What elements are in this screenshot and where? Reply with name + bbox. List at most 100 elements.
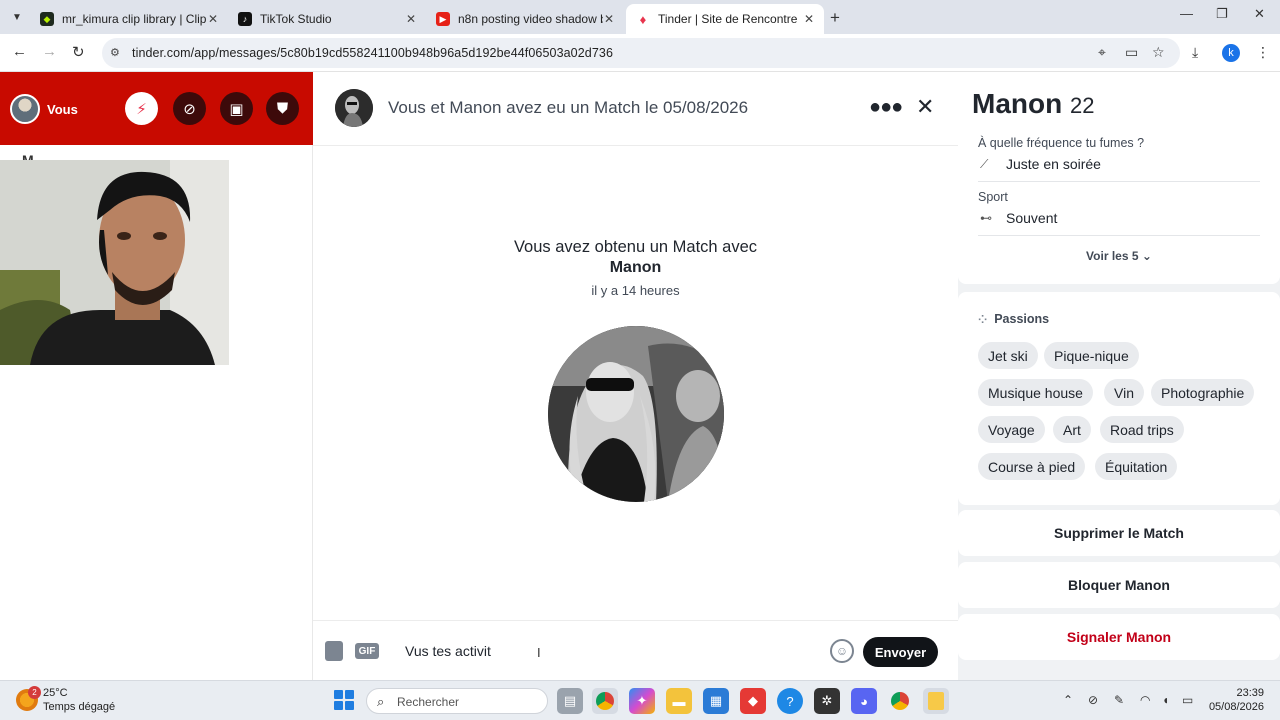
taskbar-search[interactable]: ⌕ Rechercher: [366, 688, 548, 714]
gif-button[interactable]: GIF: [355, 643, 379, 659]
tab-search-chevron-icon[interactable]: ▼: [6, 6, 28, 28]
dumbbell-icon: ⊷: [980, 211, 992, 225]
copilot-icon[interactable]: ✦: [629, 688, 655, 714]
browser-menu-icon[interactable]: ⋮: [1256, 44, 1270, 61]
tab-cliplabz[interactable]: ◆ mr_kimura clip library | ClipLabz ✕: [30, 4, 228, 34]
help-icon[interactable]: ?: [777, 688, 803, 714]
safety-shield-icon[interactable]: ⛊: [266, 92, 299, 125]
explore-compass-icon[interactable]: ⊘: [173, 92, 206, 125]
url-text[interactable]: tinder.com/app/messages/5c80b19cd5582411…: [132, 46, 613, 60]
wifi-icon[interactable]: ◠: [1140, 693, 1150, 707]
forward-arrow-icon[interactable]: →: [42, 43, 57, 60]
sport-answer: Souvent: [1006, 210, 1058, 226]
tinder-flame-icon: ♦: [639, 11, 647, 27]
show-more-label: Voir les 5: [1086, 249, 1139, 263]
close-window-icon[interactable]: ✕: [1254, 6, 1265, 22]
restore-icon[interactable]: ❐: [1216, 6, 1228, 22]
tab-title: mr_kimura clip library | ClipLabz: [62, 12, 207, 26]
tray-chevron-up-icon[interactable]: ⌃: [1063, 693, 1073, 707]
message-input[interactable]: [395, 639, 795, 663]
clock-date[interactable]: 05/08/2026: [1200, 701, 1264, 713]
tab-tiktok-studio[interactable]: ♪ TikTok Studio ✕: [228, 4, 426, 34]
profile-age: 22: [1070, 93, 1095, 118]
chat-header: Vous et Manon avez eu un Match le 05/08/…: [313, 72, 958, 146]
match-photo[interactable]: [548, 326, 724, 502]
temperature[interactable]: 25°C: [43, 687, 68, 699]
site-settings-icon[interactable]: ⚙: [110, 46, 120, 59]
address-bar[interactable]: ⚙ tinder.com/app/messages/5c80b19cd55824…: [102, 38, 1180, 68]
chevron-down-icon: ⌄: [1141, 249, 1152, 263]
passions-title: Passions: [994, 312, 1050, 326]
match-announcement: Vous avez obtenu un Match avec: [513, 238, 758, 256]
download-icon[interactable]: ⤓: [1192, 44, 1198, 61]
battery-icon[interactable]: ▭: [1182, 693, 1193, 707]
notes-app-icon[interactable]: [923, 688, 949, 714]
match-time: il y a 14 heures: [591, 283, 680, 298]
webcam-overlay: [0, 160, 229, 365]
more-options-icon[interactable]: ●●●: [869, 96, 903, 119]
share-contact-icon[interactable]: [325, 641, 343, 661]
delete-match-button[interactable]: Supprimer le Match: [958, 510, 1280, 556]
matches-sidebar: Vous ⚡ ⊘ ▣ ⛊ M...: [0, 72, 313, 680]
bookmark-star-icon[interactable]: ☆: [1152, 44, 1165, 61]
chrome-profile-icon[interactable]: [887, 688, 913, 714]
back-arrow-icon[interactable]: ←: [12, 43, 27, 60]
red-diamond-app-icon[interactable]: ◆: [740, 688, 766, 714]
new-tab-plus-icon[interactable]: +: [830, 8, 840, 28]
close-tab-icon[interactable]: ✕: [406, 12, 416, 26]
tray-app-icon[interactable]: ⊘: [1088, 693, 1098, 707]
minimize-icon[interactable]: —: [1180, 6, 1193, 21]
chrome-icon[interactable]: [592, 688, 618, 714]
tab-tinder[interactable]: ♦ Tinder | Site de Rencontre ✕: [626, 4, 824, 34]
passion-chip: Équitation: [1095, 453, 1178, 480]
microsoft-store-icon[interactable]: ▦: [703, 688, 729, 714]
sport-question: Sport: [978, 190, 1008, 204]
passions-card: ⁘ Passions Jet ski Pique-nique Musique h…: [958, 292, 1280, 505]
my-avatar[interactable]: [10, 94, 40, 124]
close-chat-icon[interactable]: ✕: [916, 94, 934, 120]
close-tab-icon[interactable]: ✕: [804, 12, 814, 26]
pen-tray-icon[interactable]: ✎: [1114, 693, 1124, 707]
reload-icon[interactable]: ↻: [72, 43, 85, 61]
search-icon: ⌕: [377, 694, 385, 709]
send-button[interactable]: Envoyer: [863, 637, 938, 667]
smoking-answer-row: ⟋ Juste en soirée: [980, 156, 1101, 172]
match-avatar[interactable]: [335, 89, 373, 127]
openai-icon[interactable]: ✲: [814, 688, 840, 714]
file-explorer-icon[interactable]: ▬: [666, 688, 692, 714]
passion-chip: Course à pied: [978, 453, 1086, 480]
smoking-answer: Juste en soirée: [1006, 156, 1101, 172]
block-button[interactable]: Bloquer Manon: [958, 562, 1280, 608]
close-tab-icon[interactable]: ✕: [208, 12, 218, 26]
webcam-person-image: [0, 160, 229, 365]
show-more-button[interactable]: Voir les 5 ⌄: [958, 249, 1280, 263]
passion-chip: Jet ski: [978, 342, 1038, 369]
tab-title: TikTok Studio: [260, 12, 332, 26]
lightning-boost-icon[interactable]: ⚡: [125, 92, 158, 125]
tab-youtube-n8n[interactable]: ▶ n8n posting video shadow ban ✕: [426, 4, 624, 34]
windows-taskbar: 2 25°C Temps dégagé ⌕ Rechercher ▤ ✦ ▬ ▦…: [0, 680, 1280, 720]
install-app-icon[interactable]: ▭: [1125, 44, 1138, 61]
smoking-question: À quelle fréquence tu fumes ?: [978, 136, 1145, 150]
discord-icon[interactable]: ◕: [851, 688, 877, 714]
sidebar-header: Vous ⚡ ⊘ ▣ ⛊: [0, 72, 313, 145]
tab-title: Tinder | Site de Rencontre: [658, 12, 798, 26]
text-cursor-icon: I: [537, 645, 541, 660]
location-pin-icon[interactable]: ⌖: [1098, 44, 1106, 61]
weather-condition[interactable]: Temps dégagé: [43, 701, 115, 713]
windows-start-icon[interactable]: [334, 690, 354, 710]
passion-chip: Photographie: [1151, 379, 1255, 406]
briefcase-icon[interactable]: ▣: [220, 92, 253, 125]
cigarette-icon: ⟋: [980, 156, 989, 171]
volume-icon[interactable]: ◖: [1162, 693, 1169, 707]
profile-avatar[interactable]: k: [1222, 44, 1240, 62]
passion-chip: Pique-nique: [1044, 342, 1139, 369]
task-view-icon[interactable]: ▤: [557, 688, 583, 714]
match-name: Manon: [609, 259, 662, 276]
emoji-icon[interactable]: ☺: [830, 639, 854, 663]
my-profile-label[interactable]: Vous: [47, 102, 78, 117]
report-button[interactable]: Signaler Manon: [958, 614, 1280, 660]
search-placeholder: Rechercher: [397, 695, 460, 709]
clock-time[interactable]: 23:39: [1208, 687, 1264, 699]
close-tab-icon[interactable]: ✕: [604, 12, 614, 26]
